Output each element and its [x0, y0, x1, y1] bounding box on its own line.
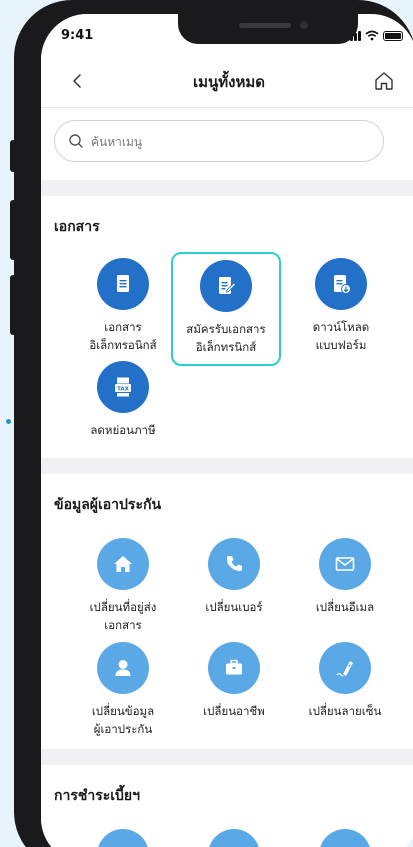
- wifi-icon: [365, 30, 379, 41]
- menu-item-change-signature[interactable]: เปลี่ยนลายเซ็น: [285, 642, 405, 720]
- menu-label: ดาวน์โหลด แบบฟอร์ม: [312, 320, 370, 352]
- menu-item-download-forms[interactable]: ดาวน์โหลด แบบฟอร์ม: [281, 258, 401, 354]
- menu-label: ลดหย่อนภาษี: [90, 423, 156, 437]
- page-title: เมนูทั้งหมด: [193, 73, 265, 91]
- menu-item-change-insured-info[interactable]: เปลี่ยนข้อมูล ผู้เอาประกัน: [63, 642, 183, 738]
- menu-item-change-address[interactable]: เปลี่ยนที่อยู่ส่ง เอกสาร: [63, 538, 183, 634]
- menu-label: เอกสาร อิเล็กทรอนิกส์: [89, 320, 157, 352]
- phone-screen: 9:41 เมนูทั้งหมด ค้นหาเมนู เอกสาร เอกสาร…: [41, 14, 413, 847]
- payment-item-2-icon[interactable]: [208, 829, 260, 847]
- mail-icon: [319, 538, 371, 590]
- menu-item-change-phone[interactable]: เปลี่ยนเบอร์: [174, 538, 294, 616]
- menu-label: เปลี่ยนอาชีพ: [203, 704, 265, 718]
- premium-payment-section: การชำระเบี้ยฯ: [41, 765, 413, 847]
- menu-item-e-documents[interactable]: เอกสาร อิเล็กทรอนิกส์: [63, 258, 183, 354]
- download-document-icon: [315, 258, 367, 310]
- front-camera: [300, 21, 308, 29]
- search-placeholder: ค้นหาเมนู: [91, 135, 143, 149]
- menu-label: เปลี่ยนข้อมูล ผู้เอาประกัน: [91, 704, 155, 736]
- document-icon: [97, 258, 149, 310]
- documents-section: เอกสาร เอกสาร อิเล็กทรอนิกส์ สมัครรับเอกส…: [41, 196, 413, 458]
- search-section: ค้นหาเมนู: [41, 108, 413, 180]
- insured-info-section: ข้อมูลผู้เอาประกัน เปลี่ยนที่อยู่ส่ง เอกส…: [41, 474, 413, 749]
- user-icon: [97, 642, 149, 694]
- home-outline-icon[interactable]: [373, 70, 395, 92]
- background-dot: [6, 419, 11, 424]
- edit-document-icon: [200, 260, 252, 312]
- svg-text:TAX: TAX: [117, 386, 130, 392]
- phone-frame: 9:41 เมนูทั้งหมด ค้นหาเมนู เอกสาร เอกสาร…: [14, 0, 413, 847]
- menu-label: เปลี่ยนลายเซ็น: [308, 704, 382, 718]
- menu-label: เปลี่ยนอีเมล: [315, 600, 375, 614]
- payment-item-1-icon[interactable]: [97, 829, 149, 847]
- payment-item-3-icon[interactable]: [319, 829, 371, 847]
- speaker-grille: [239, 23, 291, 28]
- header: เมนูทั้งหมด: [41, 54, 413, 108]
- briefcase-icon: [208, 642, 260, 694]
- section-title-insured-info: ข้อมูลผู้เอาประกัน: [54, 497, 162, 513]
- home-icon: [97, 538, 149, 590]
- search-input[interactable]: ค้นหาเมนู: [54, 120, 384, 162]
- menu-item-subscribe-e-documents[interactable]: สมัครรับเอกสาร อิเล็กทรนิกส์: [171, 252, 281, 366]
- menu-label: เปลี่ยนเบอร์: [205, 600, 263, 614]
- battery-icon: [383, 31, 403, 41]
- phone-icon: [208, 538, 260, 590]
- section-title-documents: เอกสาร: [54, 219, 100, 235]
- section-title-premium-payment: การชำระเบี้ยฯ: [54, 788, 140, 804]
- menu-item-change-email[interactable]: เปลี่ยนอีเมล: [285, 538, 405, 616]
- notch: [178, 14, 358, 44]
- signature-pen-icon: [319, 642, 371, 694]
- menu-label: เปลี่ยนที่อยู่ส่ง เอกสาร: [89, 600, 157, 632]
- status-time: 9:41: [61, 28, 94, 43]
- menu-item-change-occupation[interactable]: เปลี่ยนอาชีพ: [174, 642, 294, 720]
- tax-icon: TAX: [97, 361, 149, 413]
- menu-item-tax-deduction[interactable]: TAX ลดหย่อนภาษี: [63, 361, 183, 439]
- search-icon: [69, 134, 83, 148]
- menu-label: สมัครรับเอกสาร อิเล็กทรนิกส์: [186, 322, 266, 354]
